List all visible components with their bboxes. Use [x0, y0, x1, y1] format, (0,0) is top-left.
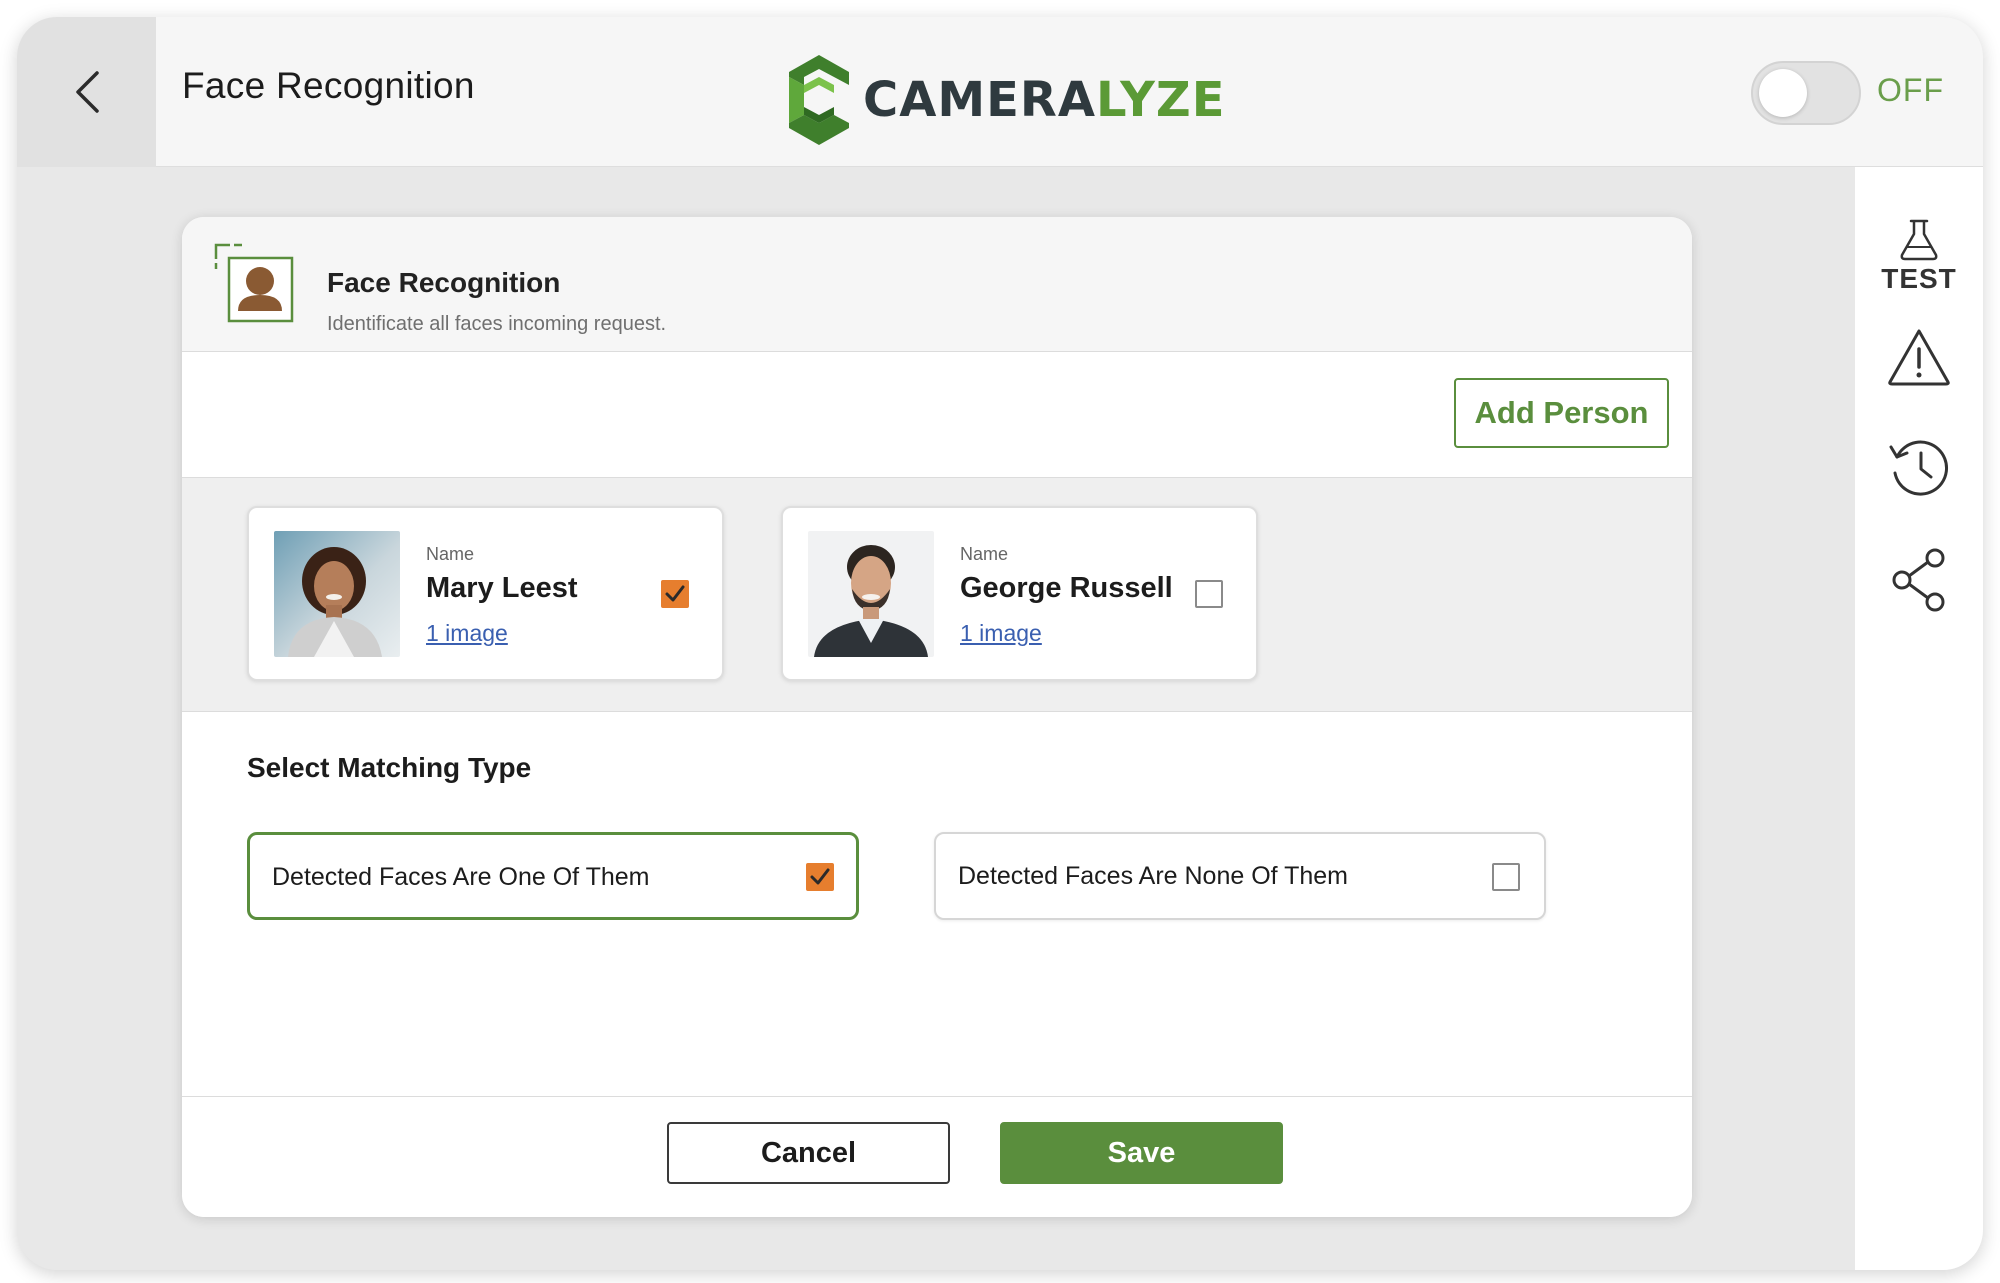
back-button[interactable]	[17, 17, 156, 167]
matching-type-section: Select Matching Type Detected Faces Are …	[182, 712, 1692, 1097]
match-option-checkbox[interactable]	[806, 863, 834, 891]
add-person-button[interactable]: Add Person	[1454, 378, 1669, 448]
card-header: Face Recognition Identificate all faces …	[182, 217, 1692, 352]
person-select-checkbox[interactable]	[1195, 580, 1223, 608]
card-title: Face Recognition	[327, 267, 561, 298]
sidebar-item-test[interactable]: TEST	[1855, 219, 1983, 295]
match-option-checkbox[interactable]	[1492, 863, 1520, 891]
match-option-label: Detected Faces Are One Of Them	[272, 863, 650, 891]
chevron-left-icon	[75, 71, 99, 113]
person-photo	[274, 531, 400, 657]
card-toolbar: Add Person	[182, 352, 1692, 478]
card-subtitle: Identificate all faces incoming request.	[327, 313, 667, 335]
checkmark-icon	[810, 868, 830, 885]
toggle-knob	[1759, 69, 1807, 117]
warning-icon	[1888, 329, 1950, 386]
checkmark-icon	[665, 585, 685, 602]
person-card: Name George Russell 1 image	[781, 506, 1258, 681]
person-name: Mary Leest	[426, 572, 578, 604]
matching-type-title: Select Matching Type	[247, 752, 532, 783]
flask-icon	[1900, 219, 1938, 261]
person-photo-image	[274, 531, 400, 657]
enable-toggle[interactable]	[1751, 61, 1861, 125]
camerayze-logo: CAMERALYZE	[787, 55, 1226, 145]
person-images-link[interactable]: 1 image	[960, 620, 1042, 647]
person-name-label: Name	[426, 544, 475, 564]
person-photo	[808, 531, 934, 657]
person-name: George Russell	[960, 572, 1173, 604]
match-option-none-of-them[interactable]: Detected Faces Are None Of Them	[934, 832, 1546, 920]
logo-wordmark: CAMERALYZE	[863, 72, 1226, 128]
share-icon	[1892, 548, 1945, 612]
sidebar-item-share[interactable]	[1855, 547, 1983, 613]
right-sidebar: TEST	[1855, 167, 1983, 1270]
face-scan-icon	[214, 243, 294, 323]
top-header: Face Recognition CAMERALYZE OFF	[17, 17, 1983, 167]
person-photo-image	[808, 531, 934, 657]
logo-mark-icon	[789, 55, 849, 145]
card-footer: Cancel Save	[182, 1097, 1692, 1217]
people-list: Name Mary Leest 1 image Name George Russ…	[182, 478, 1692, 712]
face-recognition-card: Face Recognition Identificate all faces …	[182, 217, 1692, 1217]
app-window: Face Recognition CAMERALYZE OFF TEST Fac…	[17, 17, 1983, 1270]
cancel-button[interactable]: Cancel	[667, 1122, 950, 1184]
match-option-label: Detected Faces Are None Of Them	[958, 862, 1349, 890]
save-button[interactable]: Save	[1000, 1122, 1283, 1184]
sidebar-item-alerts[interactable]	[1855, 327, 1983, 387]
sidebar-item-history[interactable]	[1855, 437, 1983, 499]
toggle-state-label: OFF	[1877, 72, 1944, 108]
person-card: Name Mary Leest 1 image	[247, 506, 724, 681]
sidebar-test-label: TEST	[1881, 263, 1957, 294]
person-name-label: Name	[960, 544, 1009, 564]
match-option-one-of-them[interactable]: Detected Faces Are One Of Them	[247, 832, 859, 920]
person-select-checkbox[interactable]	[661, 580, 689, 608]
person-images-link[interactable]: 1 image	[426, 620, 508, 647]
history-icon	[1889, 440, 1949, 496]
page-title: Face Recognition	[182, 65, 475, 106]
